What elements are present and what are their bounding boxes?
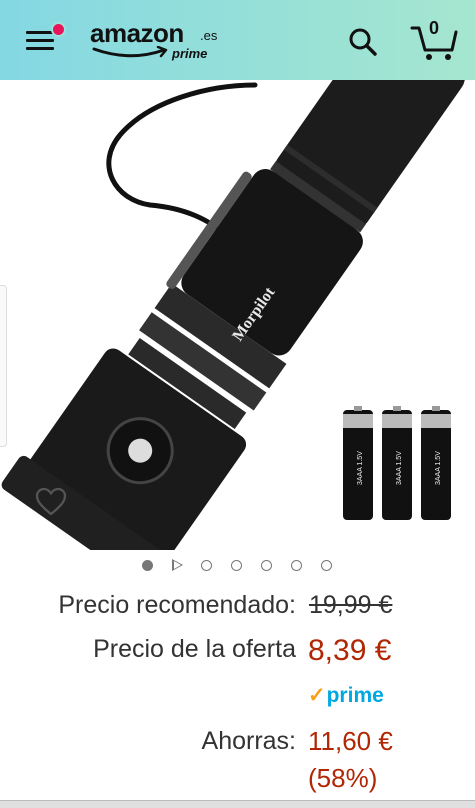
prime-badge: ✓prime — [308, 683, 384, 708]
side-drawer-handle[interactable] — [0, 285, 7, 447]
deal-price: 8,39 € — [308, 634, 392, 667]
carousel-indicators — [140, 558, 340, 576]
product-image-carousel[interactable]: Morpilot 3AAA 1.5V 3AAA 1.5V 3AAA 1.5V — [0, 80, 475, 550]
wishlist-button[interactable] — [34, 485, 68, 519]
carousel-dot-6[interactable] — [291, 560, 302, 571]
carousel-dot-3[interactable] — [201, 560, 212, 571]
batteries-illustration: 3AAA 1.5V 3AAA 1.5V 3AAA 1.5V — [343, 406, 451, 520]
logo-tld: .es — [200, 28, 218, 43]
menu-icon-line — [26, 47, 54, 50]
carousel-dot-7[interactable] — [321, 560, 332, 571]
svg-text:3AAA 1.5V: 3AAA 1.5V — [396, 451, 403, 485]
menu-icon-line — [26, 39, 54, 42]
cart-count: 0 — [429, 18, 440, 38]
prime-badge-label: prime — [326, 684, 384, 707]
smile-arrow-icon — [92, 46, 168, 58]
heart-icon — [35, 487, 67, 516]
prime-check-icon: ✓ — [308, 684, 326, 707]
menu-icon-line — [26, 31, 54, 34]
deal-price-label: Precio de la oferta — [93, 635, 296, 663]
product-image: Morpilot 3AAA 1.5V 3AAA 1.5V 3AAA 1.5V — [1, 80, 465, 550]
savings-amount: 11,60 € — [308, 726, 393, 756]
carousel-dot-5[interactable] — [261, 560, 272, 571]
list-price: 19,99 € — [309, 591, 393, 619]
search-button[interactable] — [346, 25, 380, 59]
search-icon — [349, 28, 377, 56]
notification-dot — [51, 22, 66, 37]
carousel-dot-4[interactable] — [231, 560, 242, 571]
amazon-logo[interactable]: amazon .es prime — [90, 18, 230, 68]
savings-percent: (58%) — [308, 763, 378, 793]
svg-text:3AAA 1.5V: 3AAA 1.5V — [357, 451, 364, 485]
top-nav-bar: amazon .es prime 0 — [0, 0, 475, 80]
play-video-icon[interactable] — [172, 559, 183, 571]
savings-label: Ahorras: — [201, 727, 296, 755]
list-price-label: Precio recomendado: — [58, 591, 296, 619]
logo-prime: prime — [172, 46, 208, 61]
svg-text:3AAA 1.5V: 3AAA 1.5V — [435, 451, 442, 485]
cart-button[interactable]: 0 — [410, 18, 460, 62]
carousel-dot-1[interactable] — [142, 560, 153, 571]
logo-word: amazon — [90, 18, 184, 48]
